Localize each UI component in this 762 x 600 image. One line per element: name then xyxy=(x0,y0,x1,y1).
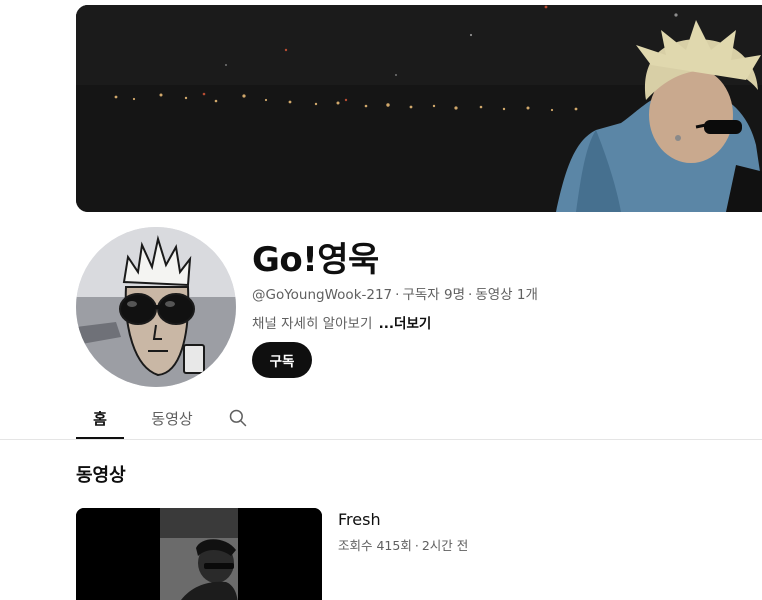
tab-videos[interactable]: 동영상 xyxy=(124,398,220,438)
tab-search[interactable] xyxy=(220,398,256,438)
video-age: 2시간 전 xyxy=(421,538,469,553)
video-thumbnail[interactable] xyxy=(76,508,322,600)
channel-banner xyxy=(76,5,762,212)
meta-separator: · xyxy=(395,287,400,303)
channel-tabs: 홈 동영상 xyxy=(76,398,256,439)
tab-home[interactable]: 홈 xyxy=(76,398,124,439)
tab-divider xyxy=(0,439,762,440)
meta-separator: · xyxy=(414,538,419,553)
channel-description[interactable]: 채널 자세히 알아보기 ...더보기 xyxy=(252,312,431,332)
video-meta: 조회수 415회 · 2시간 전 xyxy=(338,535,468,554)
video-title[interactable]: Fresh xyxy=(338,510,381,529)
search-icon xyxy=(229,409,247,427)
channel-handle: @GoYoungWook-217 xyxy=(252,287,393,303)
description-text: 채널 자세히 알아보기 xyxy=(252,316,373,332)
channel-meta: @GoYoungWook-217 · 구독자 9명 · 동영상 1개 xyxy=(252,283,538,303)
meta-separator: · xyxy=(468,287,473,303)
channel-avatar[interactable] xyxy=(76,227,236,387)
subscribe-button[interactable]: 구독 xyxy=(252,342,312,378)
video-count: 동영상 1개 xyxy=(475,287,538,303)
more-link[interactable]: ...더보기 xyxy=(379,316,432,332)
channel-page: Go!영욱 @GoYoungWook-217 · 구독자 9명 · 동영상 1개 채널 … xyxy=(0,0,762,600)
subscriber-count: 구독자 9명 xyxy=(402,287,466,303)
video-views: 조회수 415회 xyxy=(338,538,412,553)
channel-name: Go!영욱 xyxy=(252,240,379,280)
section-title: 동영상 xyxy=(76,465,126,486)
